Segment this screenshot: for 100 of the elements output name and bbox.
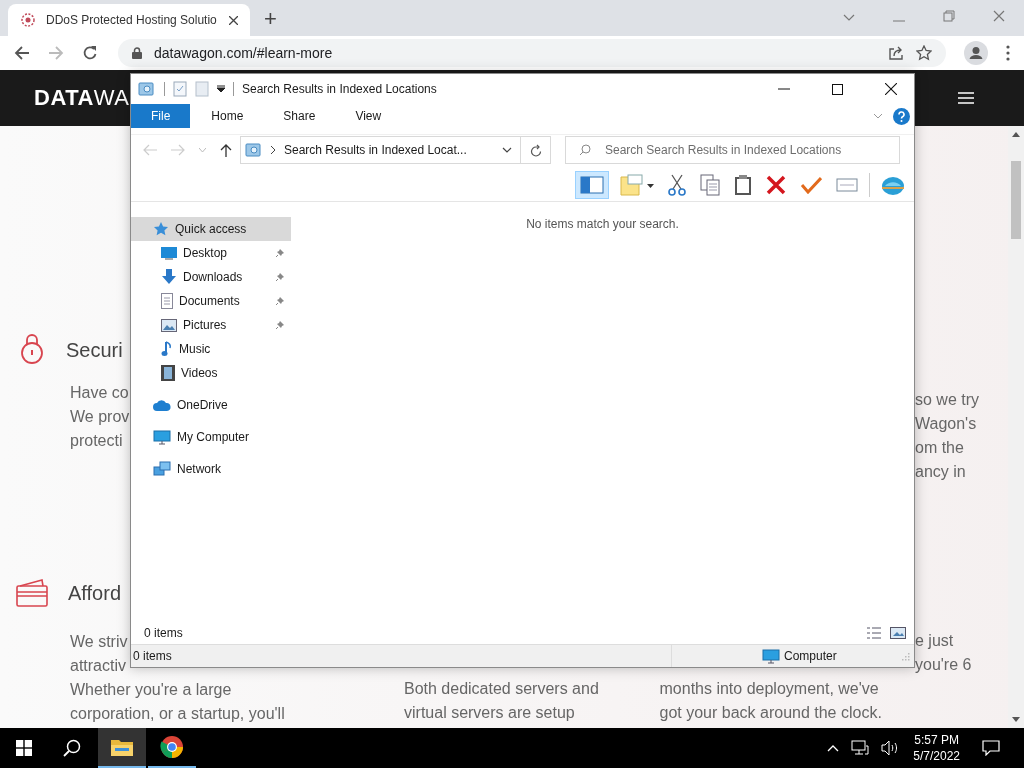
help-icon[interactable] [893, 107, 910, 125]
scrollbar[interactable] [1008, 126, 1024, 728]
nav-item[interactable]: Documents [131, 289, 291, 313]
expand-ribbon-icon[interactable] [873, 113, 883, 119]
flower-icon [20, 12, 36, 28]
feature-text: protecti [70, 431, 123, 451]
feature-text: virtual servers are setup [404, 703, 575, 723]
volume-icon[interactable] [881, 740, 900, 756]
feature-text: so we try [915, 390, 979, 410]
network-icon [153, 461, 171, 477]
search-field[interactable]: Search Search Results in Indexed Locations [565, 136, 900, 164]
close-tab-icon[interactable] [229, 15, 238, 25]
up-icon[interactable] [220, 143, 232, 157]
ribbon-tab[interactable]: Home [196, 104, 259, 128]
music-note-icon [161, 341, 173, 357]
pin-icon[interactable] [275, 296, 285, 306]
scroll-down-icon[interactable] [1012, 717, 1020, 722]
computer-icon [153, 429, 171, 445]
caret-icon[interactable] [827, 744, 840, 752]
network-icon[interactable] [851, 740, 870, 756]
scrollbar-thumb[interactable] [1011, 161, 1021, 239]
dropdown-icon[interactable] [217, 85, 225, 93]
layout-pane-button[interactable] [575, 171, 609, 199]
nav-item[interactable]: Desktop [131, 241, 291, 265]
nav-item[interactable]: Videos [131, 361, 291, 385]
restore-icon[interactable] [943, 10, 955, 22]
profile-icon[interactable] [964, 41, 988, 65]
ribbon-tab[interactable]: View [340, 104, 397, 128]
pin-icon[interactable] [275, 320, 285, 330]
credit-card-icon [16, 578, 48, 608]
computer-icon [762, 648, 780, 664]
nav-item[interactable]: Downloads [131, 265, 291, 289]
chrome-icon [160, 735, 184, 759]
feature-text: Whether you're a large [70, 680, 232, 700]
logo[interactable]: DATAWA [34, 85, 130, 111]
menu-icon[interactable] [958, 92, 974, 104]
pin-icon[interactable] [275, 272, 285, 282]
clock-date[interactable]: 5/7/2022 [913, 748, 960, 764]
large-icons-view-icon[interactable] [890, 627, 906, 639]
feature-text: attractiv [70, 656, 126, 676]
file-explorer-button[interactable] [98, 728, 146, 768]
search-folder-icon [245, 142, 263, 158]
menu-icon[interactable] [1006, 45, 1010, 61]
refresh-button[interactable] [521, 136, 551, 164]
nav-item[interactable]: Network [131, 457, 291, 481]
browser-tab[interactable]: DDoS Protected Hosting Solutio [8, 4, 250, 36]
windows-logo-icon [16, 740, 32, 756]
ribbon-tab[interactable]: Share [268, 104, 331, 128]
feature-title: Afford [68, 581, 121, 605]
tab-title: DDoS Protected Hosting Solutio [46, 13, 218, 27]
feature-text: ancy in [915, 462, 966, 482]
feature-text: We striv [70, 632, 128, 652]
search-icon [63, 739, 81, 757]
feature-text: e just [915, 631, 954, 651]
address-bar[interactable]: datawagon.com/#learn-more [118, 39, 946, 67]
empty-message: No items match your search. [526, 217, 679, 231]
star-icon [153, 221, 169, 237]
lock-icon [20, 334, 44, 366]
desktop-icon [161, 246, 177, 260]
scroll-up-icon[interactable] [1012, 132, 1020, 137]
lock-icon [132, 47, 142, 59]
window-title: Search Results in Indexed Locations [242, 82, 437, 96]
status-location: Computer [784, 649, 837, 663]
feature-text: Both dedicated servers and [404, 679, 599, 699]
status-count: 0 items [132, 649, 172, 663]
item-count: 0 items [144, 626, 183, 640]
back-icon[interactable] [14, 45, 30, 61]
star-icon[interactable] [916, 45, 932, 61]
feature-text: you're 6 [915, 655, 972, 675]
tab-search-icon[interactable] [843, 14, 855, 22]
file-menu-button[interactable]: File [131, 104, 191, 128]
feature-text: om the [915, 438, 964, 458]
nav-item[interactable]: OneDrive [131, 393, 291, 417]
film-icon [161, 365, 175, 381]
feature-text: months into deployment, we've [659, 679, 879, 699]
resize-grip-icon[interactable] [902, 653, 910, 661]
feature-text: corporation, or a startup, you'll [70, 704, 285, 724]
share-icon[interactable] [888, 45, 904, 61]
feature-text: We prov [70, 407, 130, 427]
pin-icon[interactable] [275, 248, 285, 258]
refresh-icon [529, 143, 542, 157]
close-icon[interactable] [885, 83, 897, 95]
download-icon [161, 269, 177, 285]
feature-title: Securi [66, 338, 123, 362]
nav-item[interactable]: Quick access [131, 217, 291, 241]
nav-item[interactable]: Music [131, 337, 291, 361]
dropdown-icon [502, 147, 512, 153]
document-icon [161, 293, 173, 309]
cloud-icon [153, 399, 171, 411]
pictures-icon [161, 318, 177, 332]
nav-item[interactable]: Pictures [131, 313, 291, 337]
nav-item[interactable]: My Computer [131, 425, 291, 449]
notification-icon[interactable] [982, 740, 1000, 756]
maximize-icon[interactable] [832, 83, 843, 95]
search-folder-icon [138, 81, 156, 97]
new-tab-button[interactable]: + [264, 6, 277, 32]
clock-time[interactable]: 5:57 PM [914, 732, 959, 748]
details-view-icon[interactable] [866, 627, 882, 639]
address-field[interactable]: Search Results in Indexed Locat... [240, 136, 521, 164]
reload-icon[interactable] [82, 45, 98, 61]
